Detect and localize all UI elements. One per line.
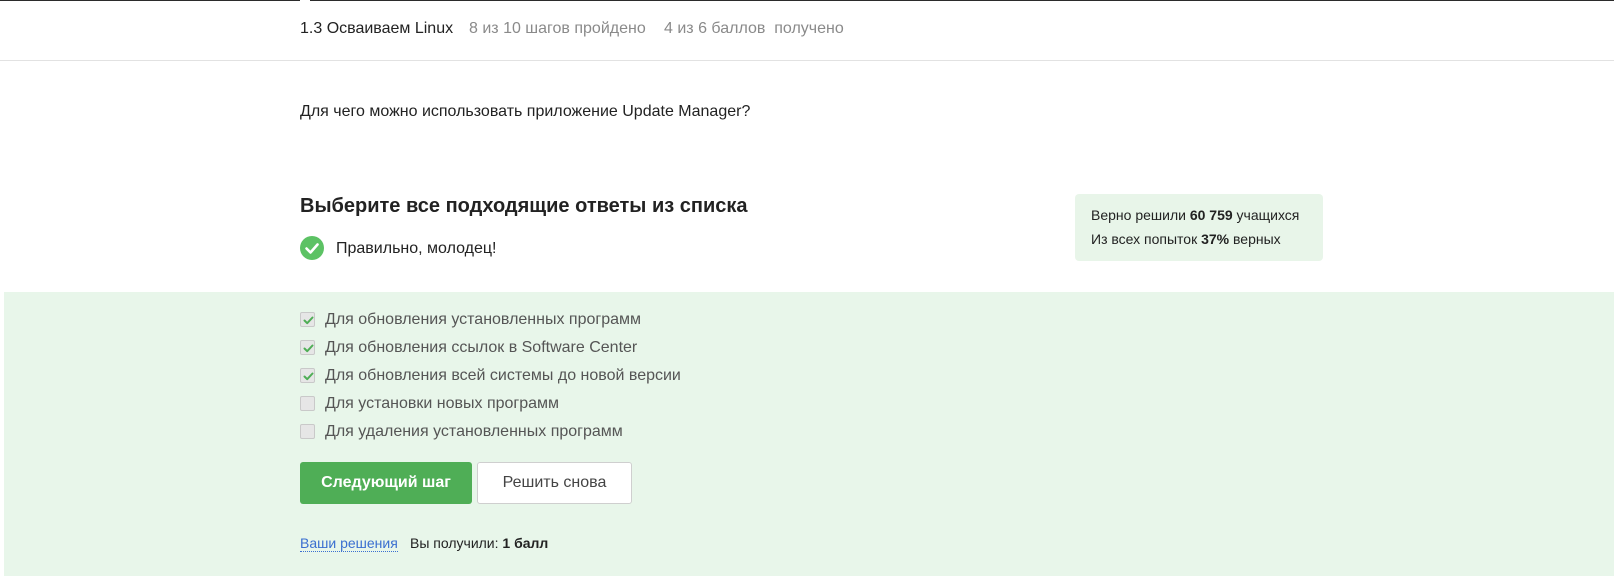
score-text: Вы получили: 1 балл: [410, 535, 548, 551]
checkbox-unchecked[interactable]: [300, 424, 315, 439]
stats-solved: Верно решили 60 759 учащихся: [1091, 207, 1299, 223]
stats-attempts-percent: 37%: [1201, 231, 1230, 247]
checkbox-checked[interactable]: [300, 368, 315, 383]
answer-option-label: Для обновления всей системы до новой вер…: [325, 367, 681, 384]
instruction-heading: Выберите все подходящие ответы из списка: [300, 195, 748, 217]
answer-option-label: Для обновления ссылок в Software Center: [325, 339, 638, 356]
next-step-button[interactable]: Следующий шаг: [300, 462, 472, 504]
stats-solved-count: 60 759: [1189, 207, 1233, 223]
points-progress: 4 из 6 баллов получено: [664, 20, 844, 37]
score-value: 1 балл: [502, 535, 549, 551]
answer-option-label: Для установки новых программ: [325, 395, 560, 412]
checkbox-checked[interactable]: [300, 312, 315, 327]
retry-button[interactable]: Решить снова: [477, 462, 632, 504]
stats-attempts: Из всех попыток 37% верных: [1091, 231, 1281, 247]
answers-area: [4, 292, 1614, 576]
score-prefix: Вы получили:: [410, 535, 499, 551]
checkbox-checked[interactable]: [300, 340, 315, 355]
answer-option-label: Для удаления установленных программ: [325, 423, 623, 440]
lesson-title[interactable]: 1.3 Осваиваем Linux: [300, 20, 453, 38]
stats-box: Верно решили 60 759 учащихся Из всех поп…: [1075, 194, 1323, 261]
stats-attempts-suffix: верных: [1233, 231, 1281, 247]
feedback-text: Правильно, молодец!: [336, 240, 497, 257]
check-circle-icon: [300, 236, 324, 260]
stats-solved-suffix: учащихся: [1236, 207, 1300, 223]
checkbox-unchecked[interactable]: [300, 396, 315, 411]
steps-progress: 8 из 10 шагов пройдено: [469, 20, 646, 37]
your-solutions-link[interactable]: Ваши решения: [300, 535, 398, 552]
top-border-notch: [300, 0, 310, 4]
lesson-header: 1.3 Осваиваем Linux 8 из 10 шагов пройде…: [0, 0, 1614, 61]
answer-option-label: Для обновления установленных программ: [325, 311, 642, 328]
stats-attempts-prefix: Из всех попыток: [1091, 231, 1198, 247]
question-text: Для чего можно использовать приложение U…: [300, 103, 751, 120]
stats-solved-prefix: Верно решили: [1091, 207, 1186, 223]
